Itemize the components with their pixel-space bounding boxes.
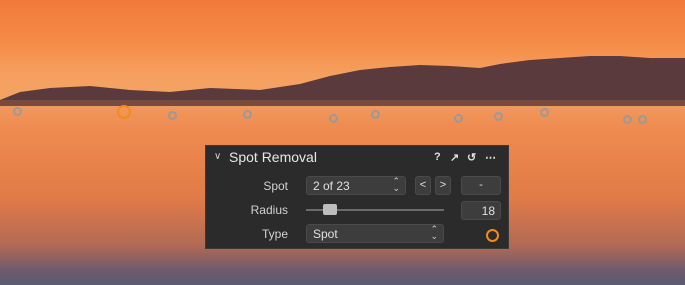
collapse-chevron-icon[interactable]: ∨ xyxy=(214,151,221,162)
spot-marker[interactable] xyxy=(243,110,252,119)
panel-title: Spot Removal xyxy=(229,149,317,165)
next-spot-button[interactable]: > xyxy=(435,176,451,195)
updown-chevron-icon: ⌃ ⌄ xyxy=(392,176,400,193)
type-label: Type xyxy=(261,227,288,241)
radius-label: Radius xyxy=(250,203,288,217)
spot-marker[interactable] xyxy=(494,112,503,121)
spot-marker[interactable] xyxy=(540,108,549,117)
spot-marker[interactable] xyxy=(329,114,338,123)
spot-marker[interactable] xyxy=(638,115,647,124)
delete-spot-button[interactable]: - xyxy=(461,176,501,195)
expand-icon[interactable]: ↗ xyxy=(450,151,459,164)
spot-marker[interactable] xyxy=(454,114,463,123)
spot-removal-panel: ∨ Spot Removal ? ↗ ↺ ⋯ Spot 2 of 23 ⌃ ⌄ <… xyxy=(205,145,509,249)
spot-marker[interactable] xyxy=(168,111,177,120)
type-select-value: Spot xyxy=(313,227,338,241)
spot-marker-selected[interactable] xyxy=(117,105,131,119)
panel-header: ∨ Spot Removal ? ↗ ↺ ⋯ xyxy=(206,146,508,170)
brush-cursor-icon xyxy=(486,229,499,242)
spot-marker[interactable] xyxy=(623,115,632,124)
more-icon[interactable]: ⋯ xyxy=(485,151,496,164)
prev-spot-button[interactable]: < xyxy=(415,176,431,195)
updown-chevron-icon: ⌃ ⌄ xyxy=(430,224,438,241)
spot-marker[interactable] xyxy=(13,107,22,116)
photo-canvas[interactable]: ∨ Spot Removal ? ↗ ↺ ⋯ Spot 2 of 23 ⌃ ⌄ <… xyxy=(0,0,685,285)
radius-value-field[interactable]: 18 xyxy=(461,201,501,220)
help-icon[interactable]: ? xyxy=(434,151,441,163)
spot-label: Spot xyxy=(263,179,288,193)
radius-slider-thumb[interactable] xyxy=(323,204,337,215)
spot-marker[interactable] xyxy=(371,110,380,119)
reset-icon[interactable]: ↺ xyxy=(467,151,476,164)
spot-selector[interactable]: 2 of 23 ⌃ ⌄ xyxy=(306,176,406,195)
type-select[interactable]: Spot ⌃ ⌄ xyxy=(306,224,444,243)
spot-selector-value: 2 of 23 xyxy=(313,179,350,193)
